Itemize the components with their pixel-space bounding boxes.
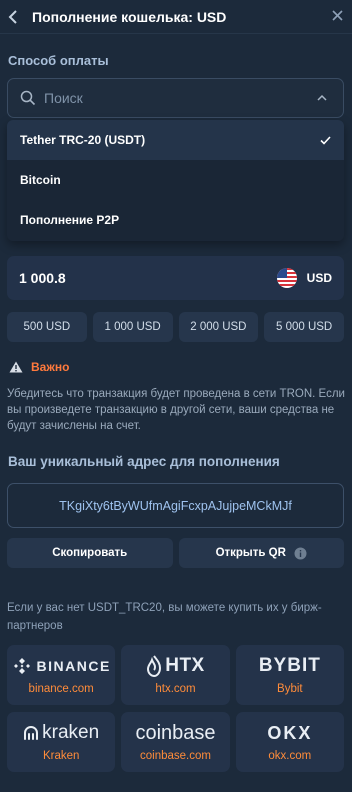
open-qr-label: Открыть QR bbox=[215, 547, 286, 559]
warning-text: Убедитесь что транзакция будет проведена… bbox=[7, 388, 345, 432]
search-icon bbox=[20, 90, 36, 106]
warning-title: Важно bbox=[31, 360, 70, 374]
chevron-up-icon[interactable] bbox=[317, 92, 331, 104]
deposit-address[interactable]: TKgiXty6tByWUfmAgiFcxpAJujpeMCkMJf bbox=[7, 483, 344, 528]
partner-label: htx.com bbox=[155, 683, 196, 695]
dropdown-option-p2p[interactable]: Пополнение P2P bbox=[7, 200, 344, 240]
okx-logo-text: OKX bbox=[267, 722, 313, 743]
modal-title: Пополнение кошелька: USD bbox=[32, 8, 227, 25]
modal-header: Пополнение кошелька: USD bbox=[0, 0, 352, 34]
copy-button[interactable]: Скопировать bbox=[7, 538, 173, 568]
partner-card-okx[interactable]: OKX okx.com bbox=[235, 712, 344, 772]
coinbase-logo: coinbase bbox=[135, 722, 215, 744]
partner-card-bybit[interactable]: BYBIT Bybit bbox=[235, 645, 344, 705]
chevron-left-icon[interactable] bbox=[8, 9, 22, 24]
preset-1000-button[interactable]: 1 000 USD bbox=[92, 312, 173, 342]
warning-heading: Важно bbox=[9, 360, 69, 374]
close-icon[interactable] bbox=[330, 8, 344, 26]
partner-label: Bybit bbox=[277, 683, 303, 695]
address-actions: Скопировать Открыть QR bbox=[7, 538, 344, 568]
dropdown-option-bitcoin[interactable]: Bitcoin bbox=[7, 160, 344, 200]
partner-card-kraken[interactable]: kraken Kraken bbox=[7, 712, 116, 772]
partners-text: Если у вас нет USDT_TRC20, вы можете куп… bbox=[7, 602, 322, 632]
preset-500-button[interactable]: 500 USD bbox=[7, 312, 87, 342]
binance-logo-text: BINANCE bbox=[36, 658, 111, 674]
preset-5000-button[interactable]: 5 000 USD bbox=[264, 312, 344, 342]
checkmark-icon bbox=[320, 133, 331, 148]
coinbase-logo-text: coinbase bbox=[135, 721, 216, 744]
open-qr-button[interactable]: Открыть QR bbox=[178, 538, 344, 568]
partner-label: okx.com bbox=[268, 750, 312, 762]
partner-label: binance.com bbox=[28, 683, 94, 695]
amount-field[interactable]: 1 000.8 USD bbox=[7, 256, 344, 300]
warning-icon bbox=[9, 361, 23, 373]
payment-method-label: Способ оплаты bbox=[8, 53, 109, 68]
partner-card-htx[interactable]: HTX htx.com bbox=[121, 645, 230, 705]
partner-card-binance[interactable]: BINANCE binance.com bbox=[7, 645, 116, 705]
okx-logo: OKX bbox=[267, 722, 312, 744]
dropdown-option-usdt[interactable]: Tether TRC-20 (USDT) bbox=[7, 120, 344, 160]
dropdown-option-label: Пополнение P2P bbox=[20, 213, 120, 227]
payment-method-select[interactable]: Поиск bbox=[7, 78, 344, 118]
preset-2000-button[interactable]: 2 000 USD bbox=[178, 312, 259, 342]
kraken-logo: kraken bbox=[23, 722, 99, 744]
htx-logo: HTX bbox=[146, 655, 205, 677]
htx-logo-text: HTX bbox=[165, 655, 205, 676]
amount-value[interactable]: 1 000.8 bbox=[19, 270, 277, 286]
binance-logo: BINANCE bbox=[12, 655, 111, 677]
bybit-logo-text: BYBIT bbox=[258, 655, 321, 676]
us-flag-icon bbox=[276, 268, 297, 288]
partner-card-coinbase[interactable]: coinbase coinbase.com bbox=[121, 712, 230, 772]
search-input[interactable]: Поиск bbox=[44, 90, 317, 106]
address-label: Ваш уникальный адрес для пополнения bbox=[8, 454, 280, 469]
partner-label: Kraken bbox=[42, 750, 80, 762]
dropdown-option-label: Bitcoin bbox=[20, 173, 61, 187]
dropdown-option-label: Tether TRC-20 (USDT) bbox=[20, 133, 146, 147]
payment-method-dropdown: Tether TRC-20 (USDT) Bitcoin Пополнение … bbox=[7, 120, 344, 241]
amount-presets: 500 USD 1 000 USD 2 000 USD 5 000 USD bbox=[7, 312, 344, 342]
copy-button-label: Скопировать bbox=[52, 547, 128, 559]
currency-code: USD bbox=[306, 271, 332, 285]
bybit-logo: BYBIT bbox=[259, 655, 321, 677]
partner-label: coinbase.com bbox=[140, 750, 211, 762]
info-icon[interactable] bbox=[294, 547, 307, 560]
kraken-logo-text: kraken bbox=[42, 722, 100, 743]
partners-grid: BINANCE binance.com HTX htx.com BYBIT By… bbox=[7, 645, 344, 772]
